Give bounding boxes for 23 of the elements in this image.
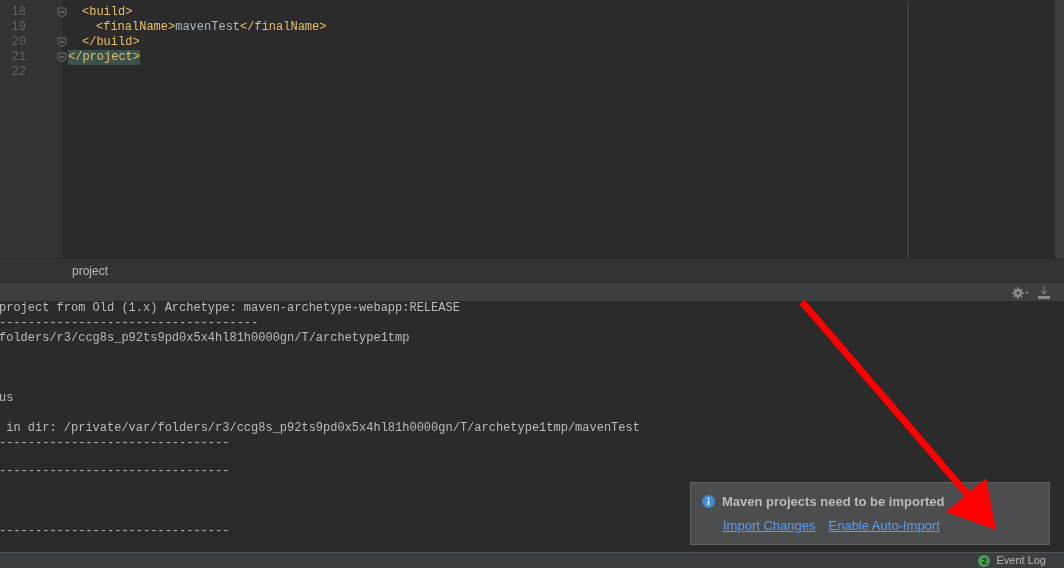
console-line: -------------------------------- [0,524,230,539]
fold-marker-icon[interactable] [57,37,67,48]
event-count-badge: 2 [978,554,991,567]
notification-message: Maven projects need to be imported [722,493,945,511]
console-line: folders/r3/ccg8s_p92ts9pd0x5x4hl81h0000gn/T/archetype1tmp [0,331,410,346]
console-line: project from Old (1.x) Archetype: maven-archetype-webapp:RELEASE [0,301,460,316]
code-line: <finalName>mavenTest</finalName> [96,20,327,35]
download-icon[interactable] [1038,286,1050,300]
console-line: -------------------------------- [0,436,230,451]
info-icon [702,495,715,509]
console-line: us [0,391,14,406]
console-line: -------------------------------- [0,464,230,479]
code-line: </build> [82,35,140,50]
event-log-button[interactable]: Event Log [996,552,1046,568]
code-line: <build> [82,5,133,20]
settings-icon[interactable] [1012,287,1030,299]
fold-marker-icon[interactable] [57,52,67,63]
breadcrumb-item[interactable]: project [72,261,109,280]
fold-marker-icon[interactable] [57,7,67,18]
notification-link[interactable]: Enable Auto-Import [828,515,940,535]
console-line: ------------------------------------ [0,316,259,331]
console-line: in dir: /private/var/folders/r3/ccg8s_p92ts9pd0x5x4hl81h0000gn/T/archetype1tmp/mavenTest [5,421,640,436]
notification-link[interactable]: Import Changes [723,515,816,535]
